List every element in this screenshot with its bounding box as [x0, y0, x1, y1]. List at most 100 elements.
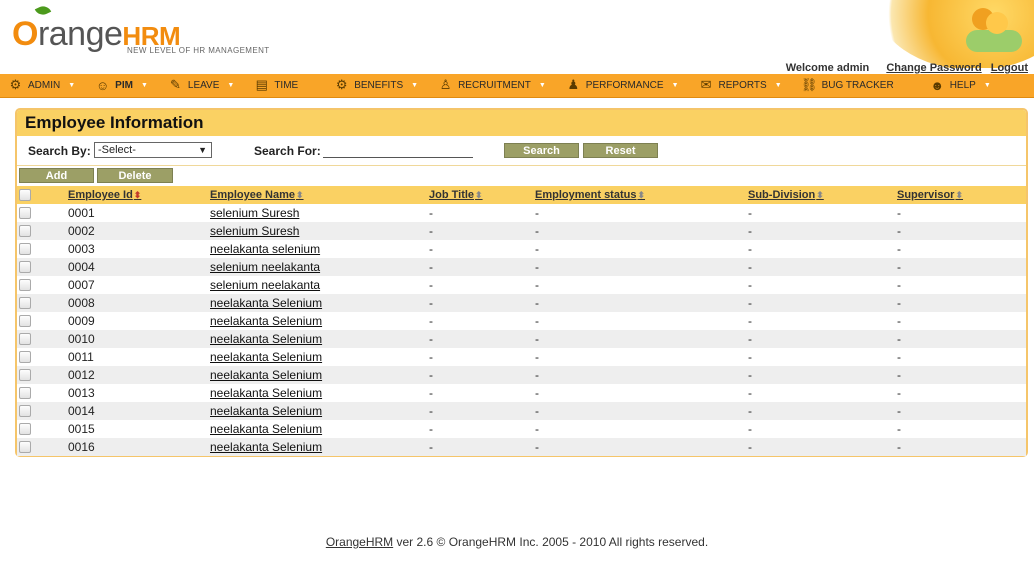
sort-icon[interactable]: ⬍	[816, 190, 824, 200]
employee-name-link[interactable]: selenium neelakanta	[210, 260, 320, 274]
search-row: Search By: -Select- ▼ Search For: Search…	[17, 136, 1026, 166]
menu-item-reports[interactable]: ✉ Reports ▼	[691, 74, 794, 98]
table-row: 0003 neelakanta selenium - - - -	[17, 240, 1026, 258]
sub-division-cell: -	[748, 386, 752, 400]
sort-icon[interactable]: ⬍	[134, 190, 142, 200]
supervisor-cell: -	[897, 206, 901, 220]
row-checkbox[interactable]	[19, 369, 31, 381]
employee-id-cell: 0016	[68, 440, 95, 454]
employee-name-link[interactable]: neelakanta Selenium	[210, 368, 322, 382]
select-all-checkbox[interactable]	[19, 189, 31, 201]
chevron-down-icon[interactable]: ▼	[539, 82, 546, 89]
menu-item-bug-tracker[interactable]: ⛓ Bug Tracker	[794, 74, 922, 98]
chevron-down-icon[interactable]: ▼	[141, 82, 148, 89]
help-icon: ☻	[930, 77, 945, 93]
sort-icon[interactable]: ⬍	[296, 190, 304, 200]
job-title-cell: -	[429, 260, 433, 274]
welcome-text: Welcome admin	[785, 62, 870, 74]
menu-item-pim[interactable]: ☺ PIM ▼	[87, 74, 160, 98]
chevron-down-icon[interactable]: ▼	[227, 82, 234, 89]
chevron-down-icon[interactable]: ▼	[68, 82, 75, 89]
bug-tracker-icon: ⛓	[800, 77, 818, 92]
search-button[interactable]: Search	[504, 143, 579, 158]
menu-item-recruitment[interactable]: ♙ Recruitment ▼	[430, 74, 558, 98]
employee-name-link[interactable]: selenium neelakanta	[210, 278, 320, 292]
job-title-cell: -	[429, 224, 433, 238]
supervisor-cell: -	[897, 260, 901, 274]
change-password-link[interactable]: Change Password	[886, 62, 981, 74]
table-row: 0007 selenium neelakanta - - - -	[17, 276, 1026, 294]
supervisor-cell: -	[897, 440, 901, 454]
employee-name-link[interactable]: neelakanta Selenium	[210, 440, 322, 454]
employee-name-cell: selenium Suresh	[210, 206, 299, 220]
employee-name-link[interactable]: selenium Suresh	[210, 206, 299, 220]
employee-name-cell: selenium Suresh	[210, 224, 299, 238]
employee-name-link[interactable]: neelakanta Selenium	[210, 350, 322, 364]
supervisor-cell: -	[897, 368, 901, 382]
employee-name-link[interactable]: selenium Suresh	[210, 224, 299, 238]
employee-name-link[interactable]: neelakanta selenium	[210, 242, 320, 256]
row-checkbox[interactable]	[19, 207, 31, 219]
row-checkbox[interactable]	[19, 333, 31, 345]
employee-name-link[interactable]: neelakanta Selenium	[210, 314, 322, 328]
header-illustration	[874, 0, 1034, 68]
row-checkbox[interactable]	[19, 351, 31, 363]
menu-item-admin[interactable]: ⚙ Admin ▼	[0, 74, 87, 98]
time-icon: ▤	[255, 77, 268, 92]
menu-item-label: Performance	[585, 80, 664, 91]
delete-button[interactable]: Delete	[97, 168, 173, 183]
column-header-sub-division[interactable]: Sub-Division⬍	[748, 189, 824, 201]
employment-status-cell: -	[535, 368, 539, 382]
employee-table: Employee Id⬍ Employee Name⬍ Job Title⬍ E…	[17, 186, 1026, 456]
chevron-down-icon[interactable]: ▼	[984, 82, 991, 89]
column-header-employment-status[interactable]: Employment status⬍	[535, 189, 645, 201]
column-header-employee-id[interactable]: Employee Id⬍	[68, 189, 141, 201]
search-input[interactable]	[323, 142, 473, 158]
row-checkbox[interactable]	[19, 405, 31, 417]
admin-icon: ⚙	[9, 77, 22, 92]
sort-icon[interactable]: ⬍	[637, 190, 645, 200]
menu-item-performance[interactable]: ♟ Performance ▼	[558, 74, 691, 98]
row-checkbox[interactable]	[19, 387, 31, 399]
column-header-supervisor[interactable]: Supervisor⬍	[897, 189, 963, 201]
add-button[interactable]: Add	[19, 168, 94, 183]
employee-id-cell: 0003	[68, 242, 95, 256]
menu-item-time[interactable]: ▤ Time	[246, 74, 326, 98]
row-checkbox[interactable]	[19, 441, 31, 453]
sort-icon[interactable]: ⬍	[475, 190, 483, 200]
menu-item-label: Admin	[28, 80, 61, 91]
employee-id-cell: 0007	[68, 278, 95, 292]
sort-icon[interactable]: ⬍	[955, 190, 963, 200]
chevron-down-icon[interactable]: ▼	[672, 82, 679, 89]
logout-link[interactable]: Logout	[991, 62, 1028, 74]
column-header-employee-name[interactable]: Employee Name⬍	[210, 189, 304, 201]
chevron-down-icon[interactable]: ▼	[411, 82, 418, 89]
row-checkbox[interactable]	[19, 423, 31, 435]
row-checkbox[interactable]	[19, 225, 31, 237]
row-checkbox[interactable]	[19, 297, 31, 309]
menu-item-benefits[interactable]: ⚙ Benefits ▼	[326, 74, 430, 98]
footer: OrangeHRM ver 2.6 © OrangeHRM Inc. 2005 …	[0, 535, 1034, 549]
employee-name-cell: neelakanta Selenium	[210, 368, 322, 382]
chevron-down-icon[interactable]: ▼	[775, 82, 782, 89]
column-header-job-title[interactable]: Job Title⬍	[429, 189, 483, 201]
menu-item-help[interactable]: ☻ Help ▼	[922, 74, 1003, 98]
employee-name-link[interactable]: neelakanta Selenium	[210, 386, 322, 400]
employee-name-link[interactable]: neelakanta Selenium	[210, 296, 322, 310]
menu-item-leave[interactable]: ✎ Leave ▼	[160, 74, 246, 98]
employee-name-link[interactable]: neelakanta Selenium	[210, 422, 322, 436]
employee-name-link[interactable]: neelakanta Selenium	[210, 404, 322, 418]
employee-information-panel: Employee Information Search By: -Select-…	[15, 108, 1028, 457]
row-checkbox[interactable]	[19, 279, 31, 291]
row-checkbox[interactable]	[19, 261, 31, 273]
row-checkbox[interactable]	[19, 315, 31, 327]
row-checkbox[interactable]	[19, 243, 31, 255]
sub-division-cell: -	[748, 296, 752, 310]
reset-button[interactable]: Reset	[583, 143, 658, 158]
employee-id-cell: 0010	[68, 332, 95, 346]
sub-division-cell: -	[748, 278, 752, 292]
footer-orangehrm-link[interactable]: OrangeHRM	[326, 535, 393, 549]
orangehrm-logo[interactable]: OrangeHRM NEW LEVEL OF HR MANAGEMENT	[12, 3, 282, 62]
employee-name-link[interactable]: neelakanta Selenium	[210, 332, 322, 346]
search-by-select[interactable]: -Select- ▼	[94, 142, 212, 158]
